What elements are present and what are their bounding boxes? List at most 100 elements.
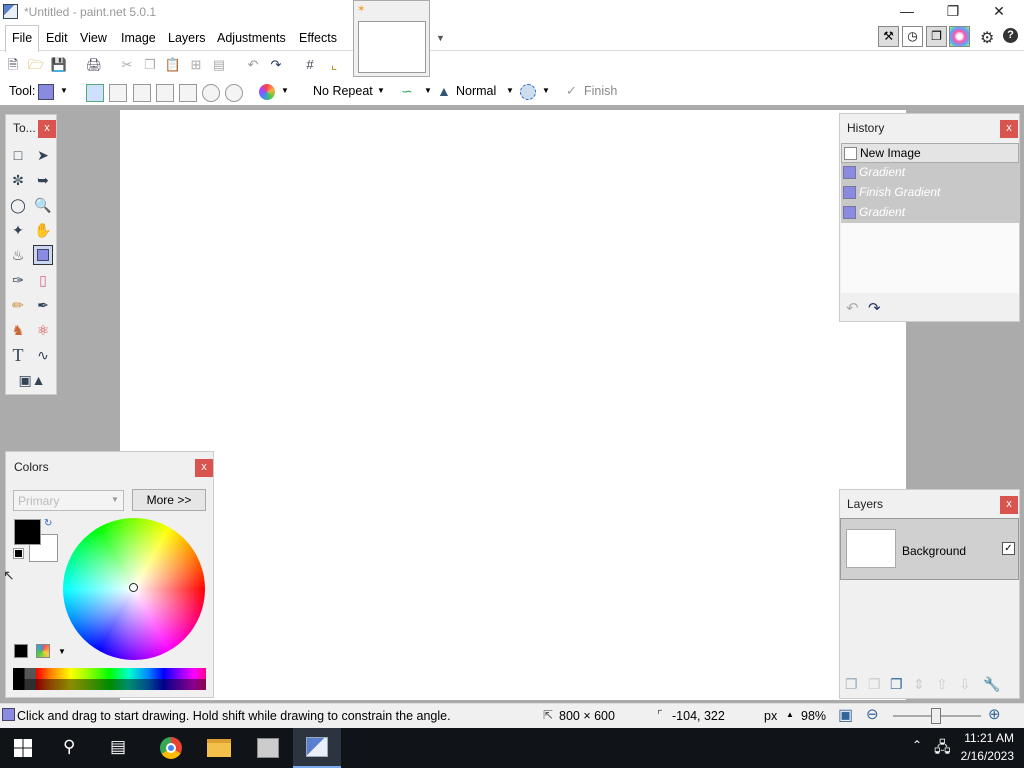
spiral-cw-option[interactable] (202, 84, 220, 102)
pan-hand-icon[interactable]: ✋ (33, 220, 53, 240)
move-selection-icon[interactable]: ➥ (33, 170, 53, 190)
add-layer-icon[interactable]: ❐ (845, 676, 858, 693)
color-mode-select[interactable]: Primary (13, 490, 124, 511)
lasso-icon[interactable]: ✼ (8, 170, 28, 190)
zoom-out-icon[interactable]: ⊖ (866, 705, 879, 723)
network-icon[interactable]: 🖧 (934, 737, 951, 762)
gradient-icon[interactable] (33, 245, 53, 265)
canvas[interactable] (120, 110, 906, 700)
ellipse-select-icon[interactable]: ◯ (8, 195, 28, 215)
menu-view[interactable]: View (80, 31, 107, 45)
new-file-icon[interactable]: 🗎 (4, 56, 22, 74)
radial-gradient-option[interactable] (156, 84, 174, 102)
shapes-icon[interactable]: ▣▲ (12, 370, 52, 390)
minimize-button[interactable]: — (884, 0, 930, 24)
diamond-gradient-option[interactable] (133, 84, 151, 102)
more-button[interactable]: More >> (132, 489, 206, 511)
app-window-icon[interactable] (257, 738, 279, 758)
move-selected-icon[interactable]: ➤ (33, 145, 53, 165)
colors-panel-close-button[interactable]: x (195, 459, 213, 477)
paint-bucket-icon[interactable]: ♨ (8, 245, 28, 265)
primary-color-swatch[interactable] (14, 519, 41, 545)
history-item[interactable]: Finish Gradient (841, 183, 1019, 203)
pencil-icon[interactable]: ✏ (8, 295, 28, 315)
open-folder-icon[interactable]: 🗁 (27, 56, 45, 74)
color-palette-dark-row[interactable] (13, 679, 206, 690)
close-button[interactable]: ✕ (976, 0, 1022, 24)
history-undo-icon[interactable]: ↶ (846, 299, 859, 317)
zoom-icon[interactable]: 🔍 (33, 195, 53, 215)
help-icon[interactable]: ? (1003, 28, 1018, 43)
gear-icon[interactable]: ⚙ (980, 28, 994, 48)
add-to-palette-icon[interactable] (14, 644, 28, 658)
chevron-up-icon[interactable]: ⌃ (912, 738, 922, 752)
rect-select-icon[interactable]: □ (8, 145, 28, 165)
color-mode-icon[interactable] (259, 84, 275, 100)
chevron-down-icon[interactable]: ▼ (60, 86, 68, 95)
menu-adjustments[interactable]: Adjustments (217, 31, 286, 45)
history-panel-close-button[interactable]: x (1000, 120, 1018, 138)
zoom-slider-thumb[interactable] (931, 708, 941, 724)
paintbrush-icon[interactable]: ✑ (8, 270, 28, 290)
layer-properties-icon[interactable]: 🔧 (983, 676, 1000, 693)
finish-button[interactable]: Finish (584, 84, 617, 98)
windows-start-icon[interactable] (14, 739, 32, 757)
conical-gradient-option[interactable] (179, 84, 197, 102)
zoom-in-icon[interactable]: ⊕ (988, 705, 1001, 723)
history-item[interactable]: Gradient (841, 163, 1019, 183)
magic-wand-icon[interactable]: ✦ (8, 220, 28, 240)
move-layer-down-icon[interactable]: ⇩ (959, 676, 971, 693)
chevron-down-icon[interactable]: ▼ (58, 647, 66, 656)
merge-layer-icon[interactable]: ⇕ (913, 676, 925, 693)
menu-layers[interactable]: Layers (168, 31, 206, 45)
chevron-down-icon[interactable]: ▼ (281, 86, 289, 95)
print-icon[interactable]: 🖨 (85, 56, 103, 74)
history-item[interactable]: Gradient (841, 203, 1019, 223)
blend-mode-select[interactable]: Normal (456, 84, 496, 98)
chrome-icon[interactable] (160, 737, 182, 759)
linear-gradient-option[interactable] (86, 84, 104, 102)
search-icon[interactable]: ⚲ (63, 737, 75, 757)
units-select[interactable]: px (764, 709, 777, 723)
restore-button[interactable]: ❐ (930, 0, 976, 24)
layers-panel-close-button[interactable]: x (1000, 496, 1018, 514)
chevron-down-icon[interactable]: ▼ (506, 86, 514, 95)
menu-edit[interactable]: Edit (46, 31, 68, 45)
duplicate-layer-icon[interactable]: ❐ (890, 676, 903, 693)
tools-toggle-icon[interactable]: ⚒ (878, 26, 899, 47)
eraser-icon[interactable]: ▯ (33, 270, 53, 290)
zoom-to-window-icon[interactable]: ▣ (838, 705, 853, 725)
layers-toggle-icon[interactable]: ❐ (926, 26, 947, 47)
palette-menu-icon[interactable] (36, 644, 50, 658)
redo-icon[interactable]: ↷ (267, 56, 285, 74)
undo-icon[interactable]: ↶ (244, 56, 262, 74)
history-redo-icon[interactable]: ↷ (868, 299, 881, 317)
chevron-up-icon[interactable]: ▲ (786, 710, 794, 719)
reset-colors-icon[interactable] (13, 548, 24, 559)
menu-file[interactable]: File (12, 31, 32, 45)
antialias-icon[interactable]: ∽ (401, 83, 413, 100)
chevron-down-icon[interactable]: ▼ (424, 86, 432, 95)
clock-time[interactable]: 11:21 AM (960, 731, 1014, 745)
color-wheel-cursor[interactable] (129, 583, 138, 592)
line-curve-icon[interactable]: ∿ (33, 345, 53, 365)
tools-panel-close-button[interactable]: x (38, 120, 56, 138)
clone-stamp-icon[interactable]: ♞ (8, 320, 28, 340)
history-item[interactable]: New Image (841, 143, 1019, 163)
swap-colors-icon[interactable]: ↻ (44, 518, 52, 529)
chevron-down-icon[interactable]: ▼ (436, 33, 445, 43)
deselect-icon[interactable]: ▤ (210, 56, 228, 74)
spiral-ccw-option[interactable] (225, 84, 243, 102)
chevron-down-icon[interactable]: ▼ (542, 86, 550, 95)
ruler-icon[interactable]: ⌞ (325, 56, 343, 74)
menu-effects[interactable]: Effects (299, 31, 337, 45)
text-icon[interactable]: T (8, 345, 28, 365)
image-thumbnail[interactable]: ✶ (353, 0, 430, 77)
crop-icon[interactable]: ⊞ (187, 56, 205, 74)
recolor-icon[interactable]: ⚛ (33, 320, 53, 340)
color-picker-icon[interactable]: ✒ (33, 295, 53, 315)
menu-image[interactable]: Image (121, 31, 156, 45)
grid-icon[interactable]: # (301, 56, 319, 74)
zoom-level[interactable]: 98% (801, 709, 826, 723)
selection-clip-icon[interactable] (520, 84, 536, 100)
